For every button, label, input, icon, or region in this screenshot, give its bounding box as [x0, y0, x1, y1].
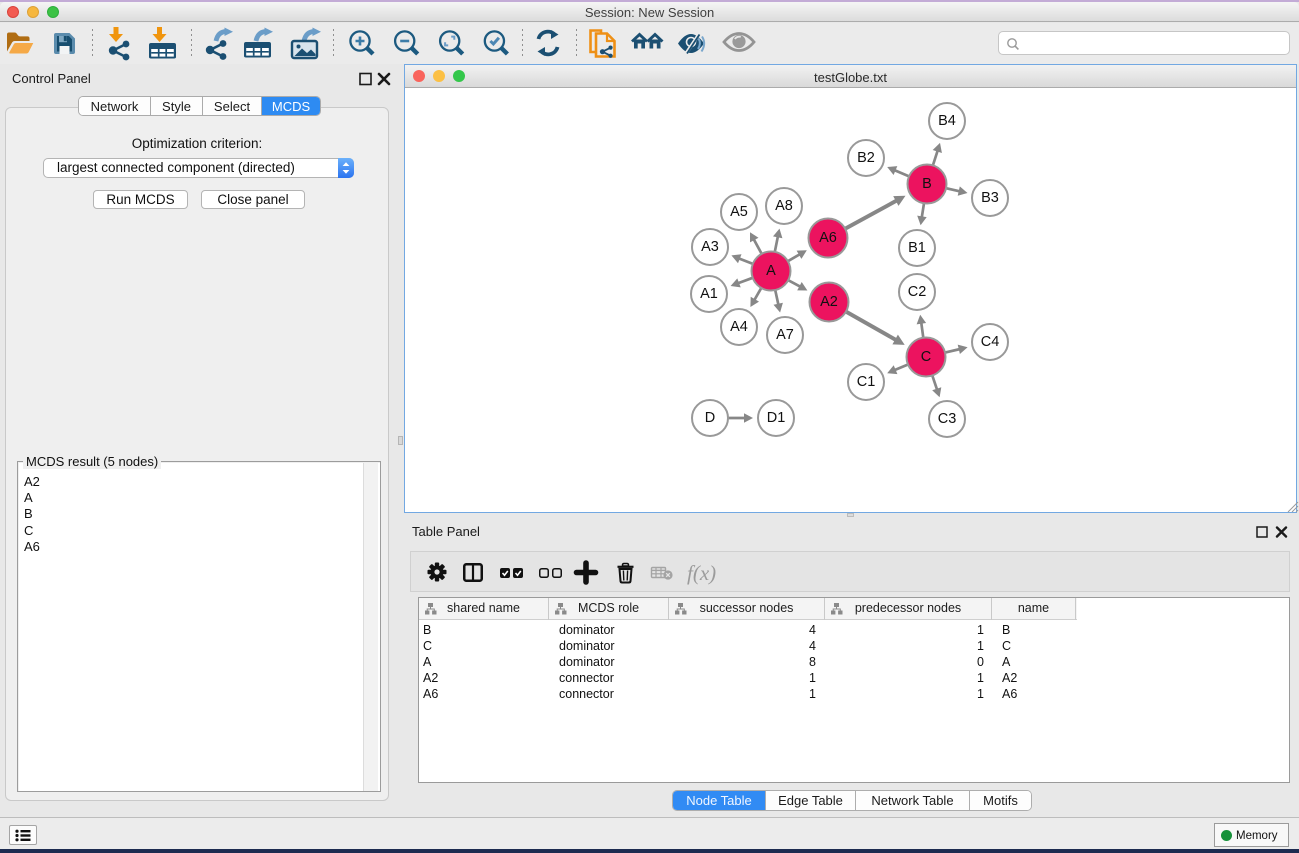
svg-text:A5: A5	[730, 204, 748, 220]
svg-text:A8: A8	[775, 198, 793, 214]
svg-text:C: C	[921, 349, 931, 365]
svg-text:B1: B1	[908, 240, 926, 256]
svg-text:A: A	[766, 263, 776, 279]
svg-text:C1: C1	[857, 374, 876, 390]
svg-text:A6: A6	[819, 230, 837, 246]
svg-text:f(x): f(x)	[687, 561, 716, 585]
svg-text:D: D	[705, 410, 715, 426]
svg-text:C3: C3	[938, 411, 957, 427]
svg-text:B4: B4	[938, 113, 956, 129]
svg-text:C2: C2	[908, 284, 927, 300]
svg-text:A2: A2	[820, 294, 838, 310]
svg-text:B2: B2	[857, 150, 875, 166]
svg-text:B3: B3	[981, 190, 999, 206]
svg-text:A3: A3	[701, 239, 719, 255]
svg-text:A7: A7	[776, 327, 794, 343]
svg-text:D1: D1	[767, 410, 786, 426]
svg-text:A1: A1	[700, 286, 718, 302]
svg-text:A4: A4	[730, 319, 748, 335]
svg-text:B: B	[922, 176, 932, 192]
svg-text:C4: C4	[981, 334, 1000, 350]
